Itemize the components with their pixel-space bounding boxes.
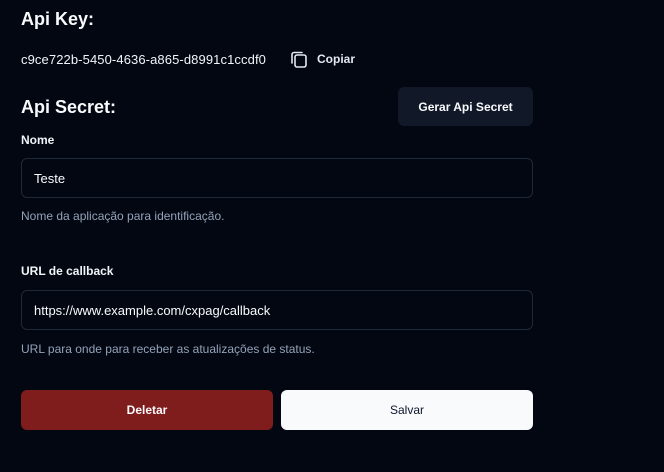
copy-label: Copiar (317, 52, 356, 66)
copy-button[interactable]: Copiar (289, 49, 355, 69)
copy-icon (289, 49, 309, 69)
name-label: Nome (21, 133, 55, 147)
api-secret-title: Api Secret: (21, 97, 117, 117)
name-input[interactable] (21, 158, 533, 198)
delete-button[interactable]: Deletar (21, 390, 273, 430)
api-key-value: c9ce722b-5450-4636-a865-d8991c1ccdf0 (21, 51, 267, 67)
callback-url-label: URL de callback (21, 264, 114, 278)
api-key-title: Api Key: (21, 9, 95, 29)
api-settings-panel: Api Key: c9ce722b-5450-4636-a865-d8991c1… (0, 0, 664, 472)
callback-url-input[interactable] (21, 290, 533, 330)
callback-url-hint: URL para onde para receber as atualizaçõ… (21, 342, 315, 356)
generate-api-secret-button[interactable]: Gerar Api Secret (398, 87, 533, 126)
save-button[interactable]: Salvar (281, 390, 533, 430)
api-key-row: c9ce722b-5450-4636-a865-d8991c1ccdf0 Cop… (21, 48, 355, 70)
name-hint: Nome da aplicação para identificação. (21, 209, 225, 223)
